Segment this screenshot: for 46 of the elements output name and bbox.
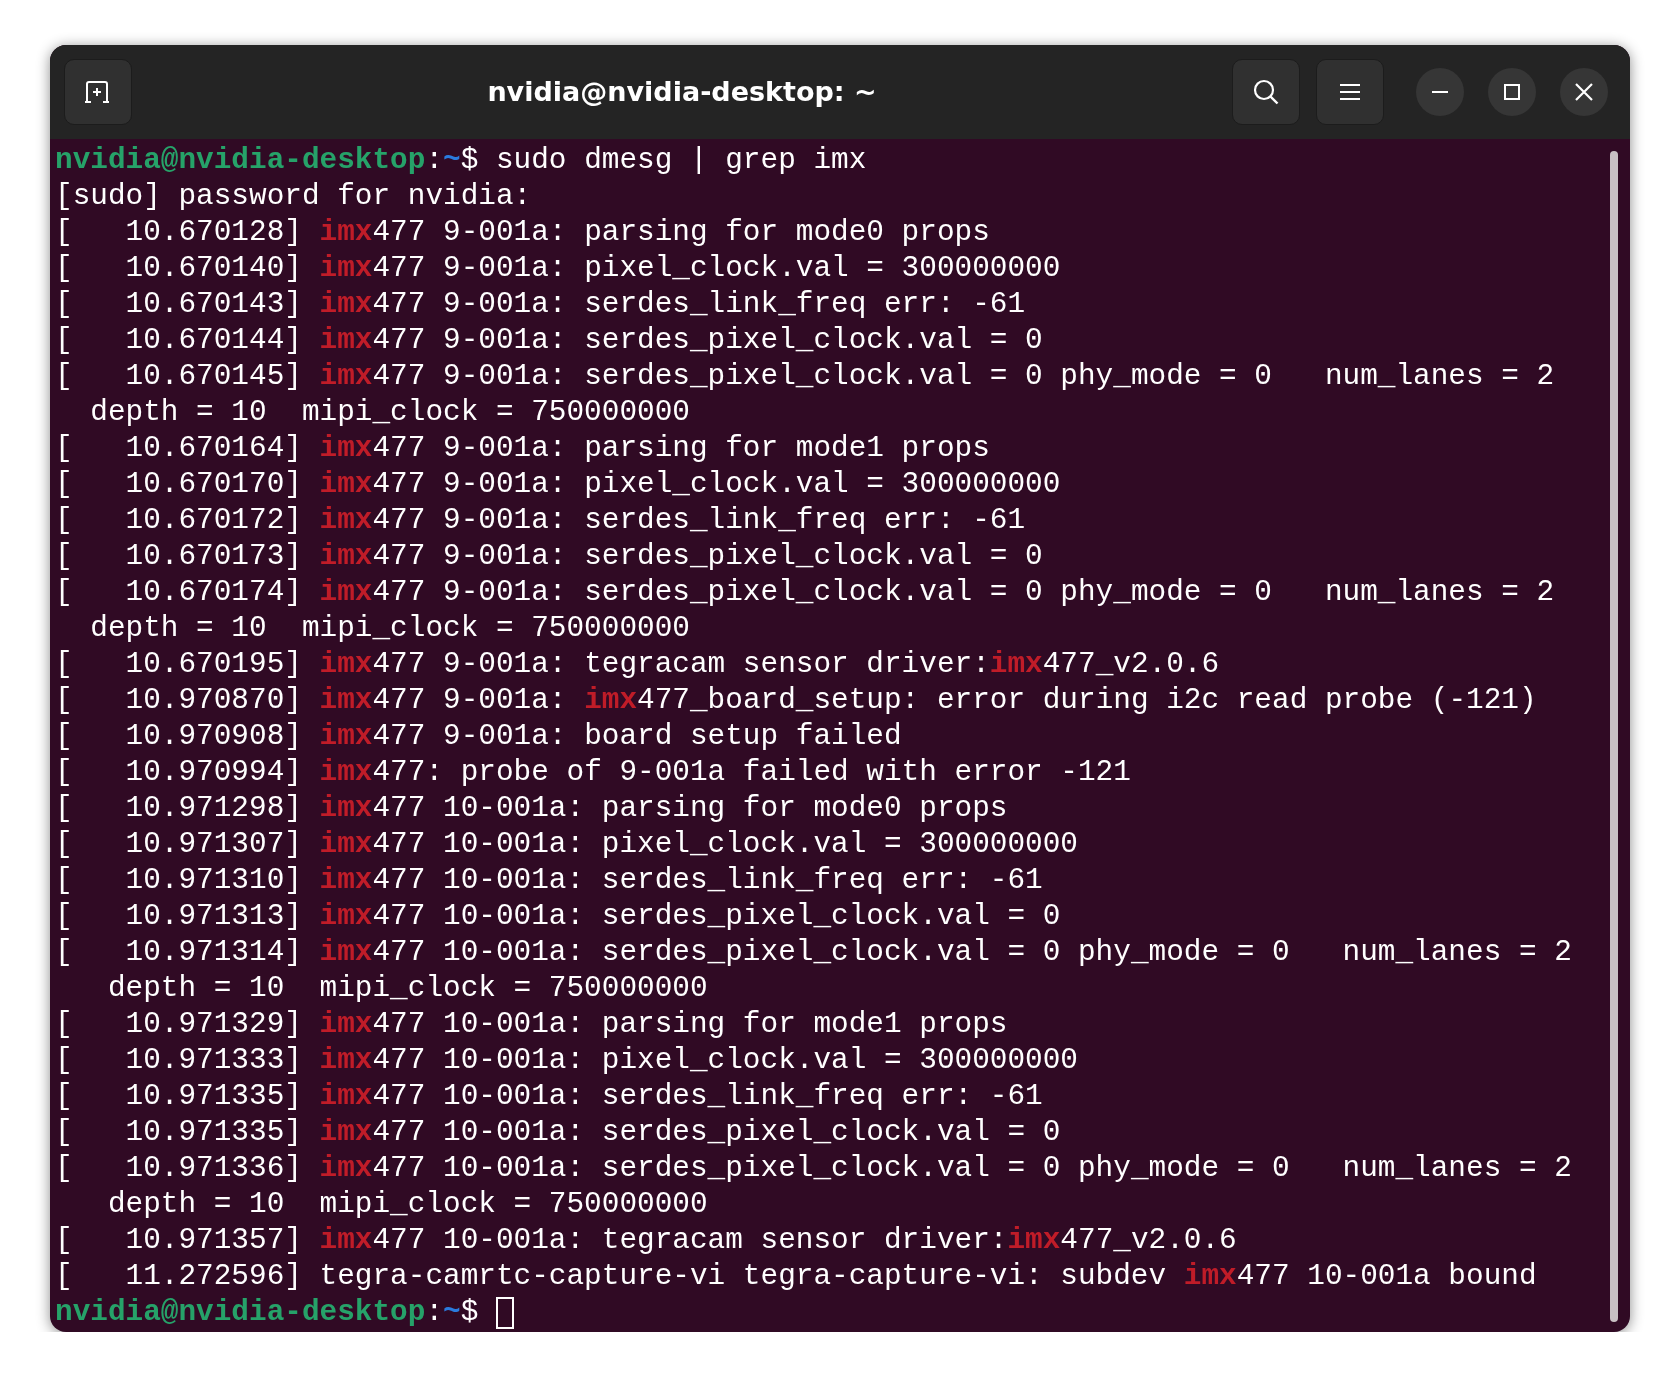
terminal-line: [ 10.670174] imx477 9-001a: serdes_pixel_clock.val = 0 phy_mode = 0 num_lanes = 2 (55, 575, 1555, 611)
scrollbar[interactable] (1610, 151, 1618, 1322)
search-icon (1252, 78, 1280, 106)
window-title: nvidia@nvidia-desktop: ~ (486, 74, 878, 109)
terminal-line: [ 10.971313] imx477 10-001a: serdes_pixel_clock.val = 0 (55, 899, 1061, 935)
terminal-line: [ 10.971357] imx477 10-001a: tegracam sensor driver:imx477_v2.0.6 (55, 1223, 1237, 1259)
terminal-line: [ 10.971307] imx477 10-001a: pixel_clock.val = 300000000 (55, 827, 1078, 863)
terminal-line: [ 10.670144] imx477 9-001a: serdes_pixel_clock.val = 0 (55, 323, 1043, 359)
minimize-icon (1432, 90, 1448, 94)
close-icon (1575, 83, 1593, 101)
terminal-line: [ 10.670172] imx477 9-001a: serdes_link_freq err: -61 (55, 503, 1026, 539)
search-button[interactable] (1232, 59, 1300, 125)
terminal-line: [ 10.670140] imx477 9-001a: pixel_clock.val = 300000000 (55, 251, 1061, 287)
terminal-line: [ 10.971329] imx477 10-001a: parsing for mode1 props (55, 1007, 1008, 1043)
terminal-line: [ 10.670128] imx477 9-001a: parsing for mode0 props (55, 215, 990, 251)
terminal-line: [ 10.670173] imx477 9-001a: serdes_pixel_clock.val = 0 (55, 539, 1043, 575)
terminal-line: [ 10.970908] imx477 9-001a: board setup failed (55, 719, 902, 755)
terminal-line: [ 10.971335] imx477 10-001a: serdes_link_freq err: -61 (55, 1079, 1043, 1115)
terminal-line: [ 10.670164] imx477 9-001a: parsing for mode1 props (55, 431, 990, 467)
terminal-line: [ 10.971314] imx477 10-001a: serdes_pixel_clock.val = 0 phy_mode = 0 num_lanes = 2 (55, 935, 1572, 971)
maximize-icon (1504, 84, 1520, 100)
terminal-line: nvidia@nvidia-desktop:~$ (55, 1295, 480, 1331)
terminal-line: [ 10.670145] imx477 9-001a: serdes_pixel_clock.val = 0 phy_mode = 0 num_lanes = 2 (55, 359, 1555, 395)
close-button[interactable] (1560, 68, 1608, 116)
terminal-line: [ 10.670170] imx477 9-001a: pixel_clock.val = 300000000 (55, 467, 1061, 503)
terminal-line: depth = 10 mipi_clock = 750000000 (89, 611, 690, 647)
terminal-line: [ 10.670195] imx477 9-001a: tegracam sensor driver:imx477_v2.0.6 (55, 647, 1220, 683)
terminal-line: [ 10.970870] imx477 9-001a: imx477_board_setup: error during i2c read probe (-121) (55, 683, 1537, 719)
terminal-line: [ 11.272596] tegra-camrtc-capture-vi tegra-capture-vi: subdev imx477 10-001a bound (55, 1259, 1537, 1295)
new-tab-button[interactable] (64, 59, 132, 125)
menu-button[interactable] (1316, 59, 1384, 125)
terminal-line: [ 10.670143] imx477 9-001a: serdes_link_freq err: -61 (55, 287, 1026, 323)
terminal-line: [ 10.971336] imx477 10-001a: serdes_pixel_clock.val = 0 phy_mode = 0 num_lanes = 2 (55, 1151, 1572, 1187)
new-tab-icon (84, 80, 112, 104)
terminal-line: [ 10.971333] imx477 10-001a: pixel_clock.val = 300000000 (55, 1043, 1078, 1079)
terminal-line: [sudo] password for nvidia: (55, 179, 532, 215)
terminal-line: [ 10.971310] imx477 10-001a: serdes_link_freq err: -61 (55, 863, 1043, 899)
maximize-button[interactable] (1488, 68, 1536, 116)
menu-icon (1339, 83, 1361, 101)
terminal-line: [ 10.971298] imx477 10-001a: parsing for mode0 props (55, 791, 1008, 827)
terminal-line: [ 10.970994] imx477: probe of 9-001a failed with error -121 (55, 755, 1131, 791)
terminal-line: depth = 10 mipi_clock = 750000000 (89, 395, 690, 431)
terminal-line: depth = 10 mipi_clock = 750000000 (106, 1187, 708, 1223)
terminal-line: nvidia@nvidia-desktop:~$ sudo dmesg | grep imx (55, 143, 867, 179)
terminal-line: [ 10.971335] imx477 10-001a: serdes_pixel_clock.val = 0 (55, 1115, 1061, 1151)
terminal-line: depth = 10 mipi_clock = 750000000 (106, 971, 708, 1007)
